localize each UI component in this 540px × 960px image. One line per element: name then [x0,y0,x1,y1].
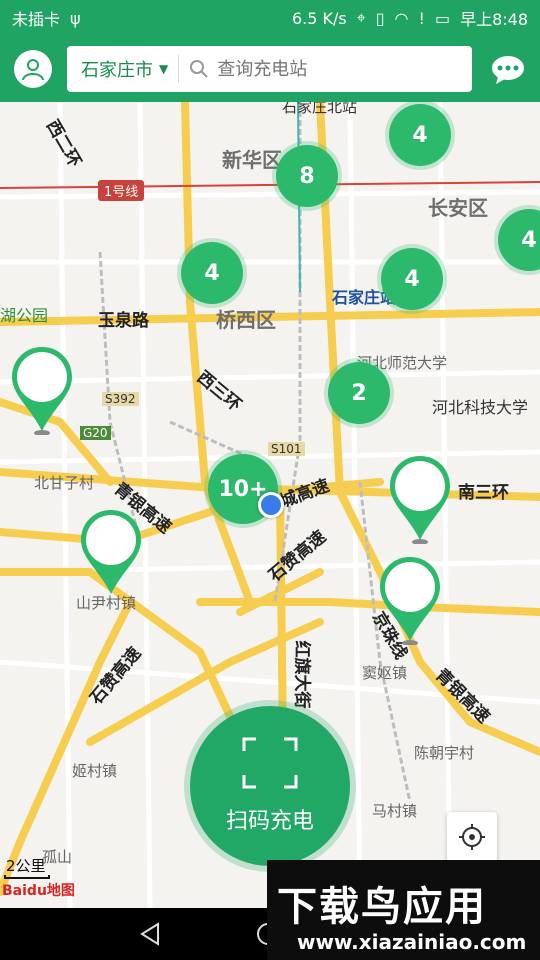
search-divider [178,55,180,83]
station-pin[interactable] [388,454,452,544]
map-label-changan: 长安区 [428,196,488,220]
city-name: 石家庄市 [81,60,153,81]
message-button[interactable] [490,55,526,85]
clock: 早上8:48 [460,10,528,29]
map-label-chenzhaoyu: 陈朝宇村 [414,744,475,762]
station-cluster[interactable]: 2 [328,362,390,424]
sim-alert-icon: ! [418,8,425,28]
watermark-title: 下载鸟应用 [277,884,487,930]
station-pin[interactable] [10,345,74,435]
map-label-yuquanlu: 玉泉路 [98,311,149,331]
search-input[interactable] [215,57,440,81]
map-label-macun: 马村镇 [372,802,418,820]
map-label-hebei-tech: 河北科技大学 [432,398,529,417]
map-scale-bar [4,875,50,879]
avatar-icon [22,59,44,81]
search-icon [190,60,208,78]
map-label-hupark: 湖公园 [0,306,49,325]
status-bar: 未插卡 ψ 6.5 K/s ⌖ ▯ ◠ ! ▭ 早上8:48 [0,0,540,36]
scan-charge-button[interactable]: 扫码充电 [190,706,350,866]
location-icon: ⌖ [356,8,366,27]
map-label-s392: S392 [102,392,139,406]
vibrate-icon: ▯ [375,8,385,28]
locate-me-button[interactable] [447,812,497,862]
top-bar: 石家庄市 ▼ [0,36,540,102]
station-cluster[interactable]: 4 [181,242,243,304]
network-speed: 6.5 K/s [291,8,347,28]
map-scale-label: 2公里 [6,857,46,875]
map-label-sjz-north: 石家庄北站 [282,102,358,116]
map-label-qiaoxi: 桥西区 [216,308,276,332]
watermark-overlay: 下载鸟应用 www.xiazainiao.com [267,860,540,960]
station-pin[interactable] [79,508,143,598]
current-location-dot [258,492,284,518]
scan-charge-label: 扫码充电 [225,809,314,834]
battery-icon: ▭ [434,8,451,28]
chevron-down-icon: ▼ [159,62,169,76]
map-label-hongqi: 红旗大街 [291,640,312,709]
search-bar: 石家庄市 ▼ [67,46,472,92]
wifi-icon: ◠ [394,8,409,28]
map-label-s101: S101 [268,442,305,456]
map-label-xinhua: 新华区 [222,148,282,172]
city-selector[interactable]: 石家庄市 ▼ [81,56,168,82]
map-attribution: Baidu地图 [2,883,75,899]
map-label-douyu: 窦妪镇 [362,664,408,682]
carrier-text: 未插卡 [12,10,61,29]
map-label-jicun: 姬村镇 [72,762,118,780]
map-label-beiganzicun: 北甘子村 [34,474,95,492]
back-icon[interactable] [138,922,162,946]
crosshair-icon [459,824,485,850]
map-label-nansanhuan: 南三环 [458,483,509,503]
profile-button[interactable] [14,50,52,88]
station-cluster[interactable]: 8 [276,145,338,207]
scan-icon [242,737,298,789]
watermark-url: www.xiazainiao.com [297,930,527,954]
station-cluster[interactable]: 4 [381,248,443,310]
station-pin[interactable] [378,555,442,645]
message-icon [492,56,524,84]
map-label-g20: G20 [80,426,111,440]
usb-icon: ψ [70,8,81,28]
map-label-line1: 1号线 [98,180,145,201]
station-cluster[interactable]: 4 [389,104,451,166]
map-label-gushan: 孤山 [42,848,73,866]
